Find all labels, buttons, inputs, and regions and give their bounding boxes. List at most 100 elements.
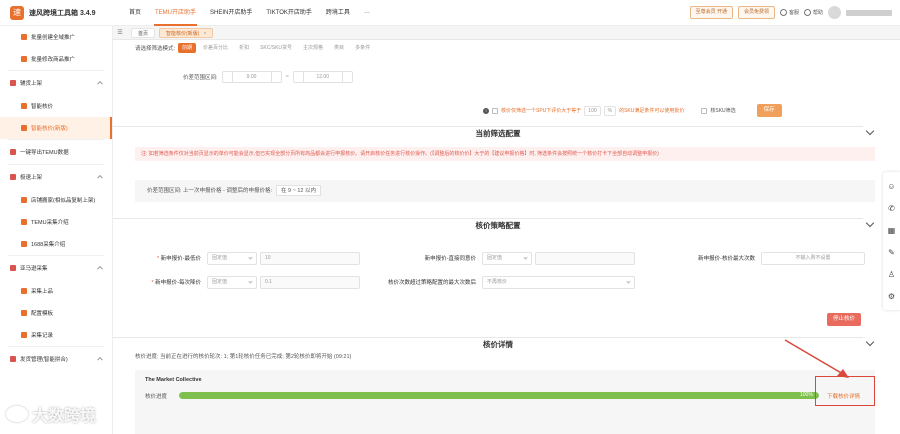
help-link[interactable]: 帮助 (803, 9, 823, 16)
filter-info-tag: 在 9 ~ 12 以内 (275, 185, 321, 196)
filter-option-multi[interactable]: 多条件 (351, 43, 374, 53)
tabs-bar: ☰ 首页 智能核价(新版) × (113, 26, 900, 40)
support-link[interactable]: 客服 (779, 9, 799, 16)
menu-icon (21, 56, 27, 62)
after-max-label: 核价次数超过策略配置的最大次数后 (387, 280, 476, 286)
chat-icon[interactable]: ☺ (887, 182, 896, 191)
menu-icon (21, 310, 27, 316)
nav-item-shein[interactable]: SHEIN开店助手 (203, 0, 259, 26)
sidebar-group-export-temu[interactable]: 一键导出TEMU数据 (0, 140, 112, 164)
menu-icon (21, 288, 27, 294)
watermark: 大数跨境 (6, 402, 96, 426)
sidebar-item-batch-edit-promo[interactable]: 批量修改商品推广 (0, 48, 112, 70)
spu-option-input[interactable]: 100 (584, 105, 601, 116)
sidebar-group-amazon-collect[interactable]: 亚马逊采集 (0, 256, 112, 280)
user-icon[interactable]: ♙ (887, 270, 896, 279)
sidebar-item-temu-collect[interactable]: TEMU采集介绍 (0, 211, 112, 233)
sidebar-group-shipping[interactable]: 发货管理(智能拼合) (0, 347, 112, 371)
spu-option-checkbox[interactable] (492, 107, 498, 114)
save-button[interactable]: 保存 (756, 104, 782, 117)
task-progress-fill (179, 392, 819, 399)
min-price-input[interactable]: 10 (260, 251, 360, 265)
tab-smart-pricing-new[interactable]: 智能核价(新版) × (159, 27, 214, 38)
sidebar-item-batch-create-promo[interactable]: 批量创建全域推广 (0, 26, 112, 48)
range-to-stepper[interactable]: 12.00 (292, 71, 353, 83)
menu-icon (21, 34, 27, 40)
amazon-icon (10, 265, 16, 271)
filter-option-discount[interactable]: 折扣 (235, 43, 253, 53)
app-title: 速风跨境工具箱 3.4.9 (29, 9, 96, 17)
max-count-input[interactable]: 不输入则不设置 (761, 251, 865, 265)
tab-label: 智能核价(新版) (166, 30, 200, 37)
sidebar-item-smart-pricing-new[interactable]: 智能核价(新版) (0, 117, 112, 139)
agree-price-type-select[interactable]: 固定值 (482, 251, 532, 265)
nav-item-tools[interactable]: 跨境工具 (319, 0, 357, 26)
agree-price-input[interactable] (535, 251, 635, 265)
username-blurred (846, 9, 892, 16)
decrement-button[interactable] (223, 72, 233, 82)
chevron-down-icon (626, 278, 631, 284)
stop-pricing-button[interactable]: 停止核价 (826, 313, 861, 326)
sidebar-item-store-move[interactable]: 店铺搬家(相似品复制上架) (0, 189, 112, 211)
progress-status-text: 核价进度: 当前正在进行的核价轮次: 1; 第1轮核价任务已完成; 第2轮核价即… (135, 354, 352, 360)
filter-option-early[interactable]: 前期 (178, 43, 197, 53)
sidebar-item-collect-listing[interactable]: 采集上品 (0, 280, 112, 302)
support-label: 客服 (788, 10, 799, 16)
sku-filter-checkbox[interactable] (701, 107, 708, 114)
user-settings-icon[interactable]: ⚙ (887, 292, 896, 301)
increment-button[interactable] (270, 72, 281, 82)
chevron-down-icon (523, 254, 528, 260)
menu-icon (21, 125, 27, 131)
sidebar-item-label: 采集上品 (31, 289, 54, 295)
nav-item-more[interactable]: ··· (357, 0, 377, 26)
range-from-value: 9.00 (246, 74, 257, 80)
filter-option-category[interactable]: 类目 (330, 43, 348, 53)
sidebar-item-1688-collect[interactable]: 1688采集介绍 (0, 233, 112, 255)
filter-mode-label: 请选择筛选模式: (135, 46, 176, 52)
download-details-link[interactable]: 下载核价详情 (827, 392, 860, 400)
app-logo[interactable]: 速 速风跨境工具箱 3.4.9 (0, 5, 122, 20)
sidebar-item-label: 发货管理(智能拼合) (20, 357, 68, 363)
wechat-icon[interactable]: ✆ (887, 204, 896, 213)
decrement-button[interactable] (294, 72, 304, 82)
sidebar-item-label: 配置模板 (31, 311, 54, 317)
spu-option-text: 核价仅筛选一个SPU下评价大于等于 (501, 108, 582, 114)
close-icon[interactable]: × (203, 31, 206, 37)
range-from-stepper[interactable]: 9.00 (221, 71, 282, 83)
increment-button[interactable] (341, 72, 352, 82)
vip-button[interactable]: 至尊会员 开通 (689, 6, 733, 19)
sidebar-group-fast-listing[interactable]: 极速上架 (0, 165, 112, 189)
price-step-input[interactable]: 0.1 (260, 275, 360, 289)
menu-icon (21, 332, 27, 338)
select-value: 不再核价 (487, 278, 508, 285)
collapse-sidebar-icon[interactable]: ☰ (113, 26, 127, 40)
chevron-up-icon (97, 174, 103, 181)
sidebar-item-smart-pricing[interactable]: 智能核价 (0, 95, 112, 117)
sidebar-item-collect-records[interactable]: 采集记录 (0, 324, 112, 346)
chevron-down-icon (248, 254, 253, 260)
avatar[interactable] (828, 6, 841, 19)
info-icon: ! (483, 107, 489, 114)
nav-item-temu[interactable]: TEMU开店助手 (148, 0, 203, 26)
select-value: 固定值 (487, 254, 503, 261)
spu-option-row: ! 核价仅筛选一个SPU下评价大于等于 100 % 的SKU满足条件可以使用批价… (483, 104, 782, 117)
filter-option-sku[interactable]: SKC/SKU货号 (256, 43, 296, 53)
after-max-select[interactable]: 不再核价 (482, 275, 635, 289)
tab-home[interactable]: 首页 (131, 27, 156, 38)
sidebar-group-assist-listing[interactable]: 辅货上架 (0, 71, 112, 95)
note-icon[interactable]: ✎ (887, 248, 896, 257)
select-value: 固定值 (212, 254, 228, 261)
sidebar-item-config-template[interactable]: 配置模板 (0, 302, 112, 324)
range-label: 价差范围区间: (183, 75, 218, 81)
free-member-button[interactable]: 会员免费领 (737, 6, 775, 19)
nav-item-tiktok[interactable]: TIKTOK开店助手 (259, 0, 319, 26)
sidebar-item-label: 智能核价 (31, 104, 54, 110)
min-price-type-select[interactable]: 固定值 (207, 251, 257, 265)
rocket-icon (10, 174, 16, 180)
qrcode-icon[interactable]: ▦ (887, 226, 896, 235)
nav-item-home[interactable]: 首页 (122, 0, 148, 26)
sidebar-item-label: 批量修改商品推广 (31, 57, 76, 63)
price-step-type-select[interactable]: 固定值 (207, 275, 257, 289)
filter-option-spec[interactable]: 主次规格 (299, 43, 327, 53)
filter-option-percent[interactable]: 价差百分比 (199, 43, 232, 53)
